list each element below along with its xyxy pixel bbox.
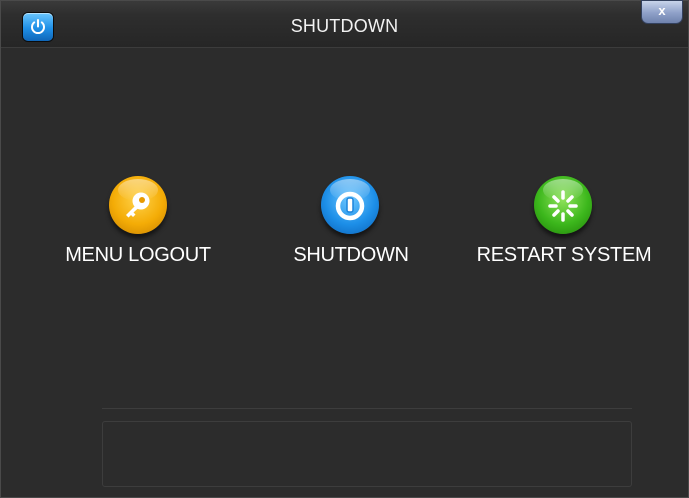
title-bar: SHUTDOWN x <box>1 1 688 48</box>
key-icon <box>109 176 167 234</box>
menu-logout-label: MENU LOGOUT <box>65 244 211 266</box>
spinner-icon <box>534 176 592 234</box>
close-button[interactable]: x <box>642 1 682 23</box>
restart-system-label: RESTART SYSTEM <box>476 244 652 266</box>
power-icon <box>321 176 379 234</box>
shutdown-button[interactable]: SHUTDOWN <box>251 166 451 276</box>
restart-system-button[interactable]: RESTART SYSTEM <box>464 166 664 276</box>
shutdown-label: SHUTDOWN <box>293 244 409 266</box>
divider <box>102 408 632 409</box>
shutdown-dialog: SHUTDOWN x MENU LOGOUT SHUTDOWN RESTART … <box>0 0 689 498</box>
status-message-box <box>102 421 632 487</box>
window-title: SHUTDOWN <box>290 16 399 36</box>
close-icon: x <box>658 3 666 18</box>
menu-logout-button[interactable]: MENU LOGOUT <box>38 166 238 276</box>
